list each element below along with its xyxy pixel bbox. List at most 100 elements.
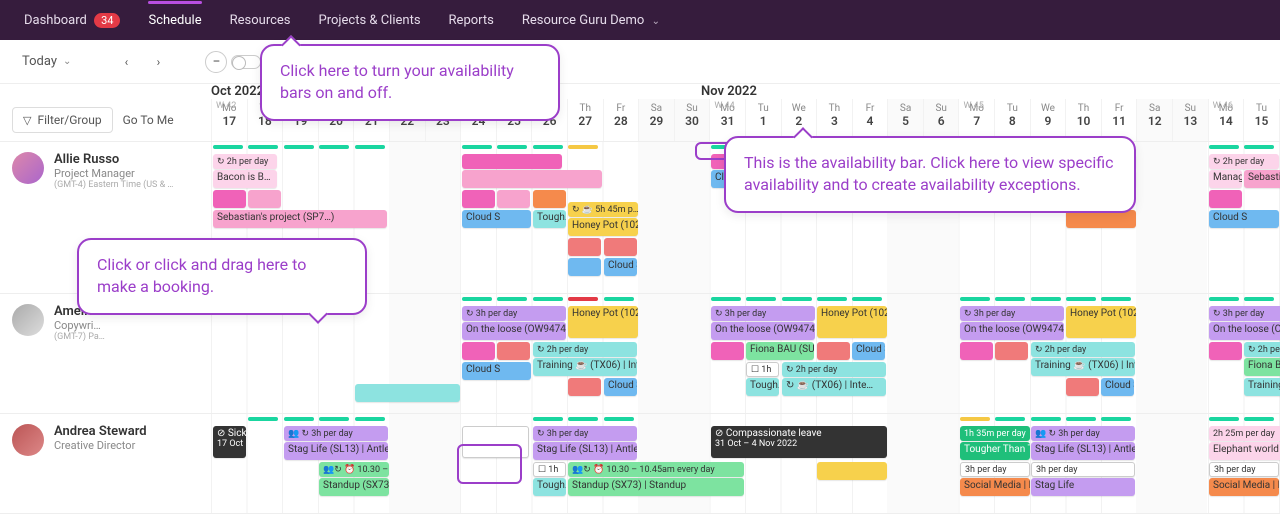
filter-group-button[interactable]: ▽ Filter/Group	[12, 107, 113, 133]
booking[interactable]: Training ☕ (TX06) | Inter…	[533, 358, 637, 376]
availability-bar[interactable]	[1244, 417, 1274, 421]
nav-dashboard[interactable]: Dashboard 34	[14, 3, 130, 38]
booking[interactable]: Fiona BAU (SUP…	[746, 342, 814, 360]
booking[interactable]: Honey Pot (102…	[817, 306, 887, 338]
booking[interactable]: Cloud S	[852, 342, 885, 360]
day-column[interactable]: We9	[1030, 99, 1066, 141]
booking[interactable]	[355, 384, 460, 402]
availability-bar[interactable]	[355, 145, 385, 149]
booking[interactable]: ↻ 3h per day	[711, 306, 815, 321]
day-column[interactable]: Th10	[1065, 99, 1101, 141]
booking[interactable]: 👥 ↻ 3h per day	[284, 426, 388, 441]
availability-bar[interactable]	[1101, 297, 1131, 301]
today-button[interactable]: Today ⌄	[14, 50, 79, 73]
booking[interactable]	[462, 342, 495, 360]
booking[interactable]	[817, 342, 850, 360]
availability-bar[interactable]	[1209, 297, 1239, 301]
schedule-grid[interactable]: ↻ 3h per day On the loose (OW9474) Honey…	[211, 294, 1280, 413]
availability-bar[interactable]	[568, 417, 598, 421]
booking[interactable]: 1h 35m per day	[960, 426, 1030, 441]
availability-bar[interactable]	[1066, 417, 1096, 421]
booking[interactable]	[1066, 378, 1099, 396]
day-column[interactable]: Su13	[1172, 99, 1208, 141]
availability-bar[interactable]	[1031, 417, 1061, 421]
booking[interactable]: Honey Pot (102…	[568, 306, 638, 338]
availability-bar[interactable]	[960, 297, 990, 301]
booking[interactable]: Honey Pot (102…	[568, 218, 638, 236]
booking[interactable]: ☐ 1h	[533, 462, 566, 477]
nav-resources[interactable]: Resources	[220, 3, 301, 38]
day-column[interactable]: Tu15	[1243, 99, 1279, 141]
booking[interactable]	[213, 190, 246, 208]
availability-bar[interactable]	[533, 145, 563, 149]
availability-bar[interactable]	[1066, 297, 1096, 301]
booking[interactable]	[248, 190, 281, 208]
booking[interactable]: Standup (SX73) …	[319, 478, 389, 496]
day-column[interactable]: W 42Mo17	[211, 99, 247, 141]
booking[interactable]: 3h per day	[1209, 462, 1279, 477]
availability-bar[interactable]	[960, 417, 990, 421]
availability-bar[interactable]	[1209, 417, 1239, 421]
nav-reports[interactable]: Reports	[439, 3, 504, 38]
availability-bar[interactable]	[213, 145, 243, 149]
go-to-me-button[interactable]: Go To Me	[123, 113, 174, 127]
day-column[interactable]: Sa5	[887, 99, 923, 141]
booking[interactable]: Cloud S	[1209, 210, 1279, 228]
availability-bar[interactable]	[497, 297, 527, 301]
booking[interactable]: Standup (SX73) | Standup	[568, 478, 744, 496]
booking[interactable]	[568, 378, 601, 396]
booking[interactable]: Social Media | B…	[960, 478, 1030, 496]
availability-bar[interactable]	[248, 145, 278, 149]
booking[interactable]: 👥 ↻ 3h per day	[1031, 426, 1135, 441]
booking[interactable]	[817, 462, 887, 480]
booking[interactable]	[568, 258, 601, 276]
schedule-grid[interactable]: ⊘ Sick 17 Oct 👥 ↻ 3h per day Stag Life (…	[211, 414, 1280, 513]
booking[interactable]	[497, 190, 530, 208]
booking[interactable]: ↻ 3h per day	[960, 306, 1064, 321]
booking[interactable]: ↻ 2h per day	[533, 342, 637, 357]
booking[interactable]: On the loose (OW9474)	[462, 322, 566, 340]
booking[interactable]	[533, 190, 566, 208]
availability-bar[interactable]	[284, 145, 314, 149]
booking[interactable]: Tough…	[746, 378, 779, 396]
availability-bar[interactable]	[711, 297, 741, 301]
availability-bar[interactable]	[462, 297, 492, 301]
booking[interactable]: ↻ 3h per day	[533, 426, 637, 441]
booking[interactable]: Tough…	[533, 210, 566, 228]
availability-bar[interactable]	[1244, 297, 1274, 301]
next-button[interactable]: ›	[147, 55, 169, 69]
availability-bar[interactable]	[462, 145, 492, 149]
booking[interactable]	[995, 342, 1028, 360]
availability-bar[interactable]	[746, 297, 776, 301]
booking[interactable]	[1209, 190, 1242, 208]
prev-button[interactable]: ‹	[115, 55, 137, 69]
booking[interactable]: ↻ ☕ (TX06) | Inte…	[782, 378, 886, 396]
availability-bar[interactable]	[995, 417, 1025, 421]
availability-bar[interactable]	[1031, 297, 1061, 301]
booking[interactable]: ↻ ☕ 5h 45m p…	[568, 202, 638, 217]
nav-account-menu[interactable]: Resource Guru Demo ⌄	[512, 3, 670, 38]
availability-bar[interactable]	[533, 417, 563, 421]
booking[interactable]: Honey Pot (102…	[1066, 306, 1136, 338]
booking[interactable]	[462, 170, 602, 188]
day-column[interactable]: Fr28	[603, 99, 639, 141]
availability-bar[interactable]	[817, 297, 847, 301]
day-column[interactable]: Tu8	[994, 99, 1030, 141]
availability-bar[interactable]	[248, 417, 278, 421]
availability-bar[interactable]	[782, 297, 812, 301]
booking[interactable]	[604, 238, 637, 256]
booking[interactable]: 3h per day	[1031, 462, 1135, 477]
booking[interactable]	[711, 342, 744, 360]
zoom-out-button[interactable]: −	[205, 51, 227, 73]
availability-bar[interactable]	[568, 145, 598, 149]
booking[interactable]: Sebastian's projec…	[1244, 170, 1280, 188]
day-column[interactable]: Sa29	[638, 99, 674, 141]
booking[interactable]	[960, 342, 993, 360]
booking[interactable]: 2h 25m per day	[1209, 426, 1280, 441]
booking[interactable]: Cloud S	[604, 258, 637, 276]
booking[interactable]: Tough…	[533, 478, 566, 496]
booking[interactable]: Stag Life (SL13) | Antler	[1031, 442, 1135, 460]
booking[interactable]: 👥↻ ⏰ 10.30 – 10.45am every day	[568, 462, 744, 477]
booking[interactable]: 3h per day	[960, 462, 1030, 477]
booking[interactable]: Training	[1244, 378, 1280, 396]
